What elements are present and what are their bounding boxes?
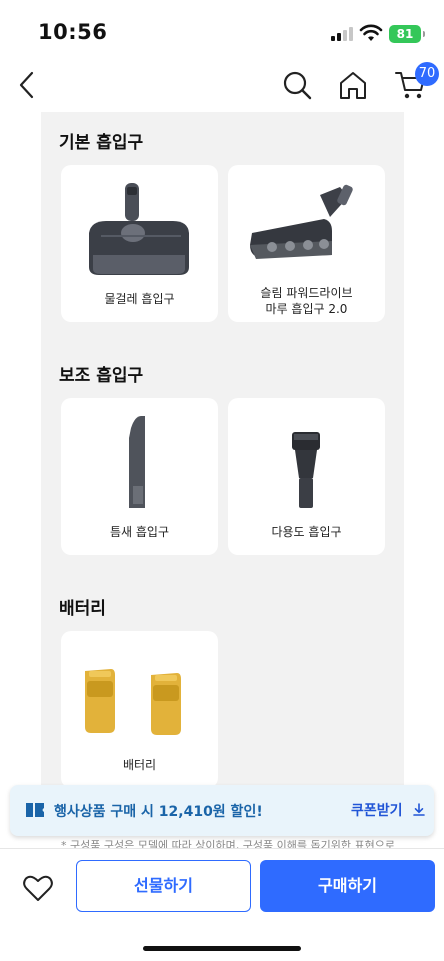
section-title-basic-nozzle: 기본 흡입구 (59, 133, 144, 153)
component-card[interactable]: 틈새 흡입구 (61, 398, 218, 555)
component-card[interactable]: 슬림 파워드라이브 마루 흡입구 2.0 (228, 165, 385, 322)
status-bar: 10:56 81 (0, 0, 444, 60)
coupon-banner[interactable]: 행사상품 구매 시 12,410원 할인! 쿠폰받기 (10, 785, 434, 836)
component-name: 다용도 흡입구 (271, 525, 342, 539)
components-panel: 기본 흡입구 물걸레 흡입구 슬림 파워드라이브 마루 흡입구 2.0 보조 흡… (41, 112, 404, 802)
slim-power-drive-nozzle-image (250, 184, 353, 259)
buy-button[interactable]: 구매하기 (260, 860, 435, 912)
home-indicator (143, 946, 301, 951)
cellular-signal-icon (331, 27, 355, 41)
component-name: 배터리 (122, 758, 157, 772)
gift-button[interactable]: 선물하기 (76, 860, 251, 912)
crevice-nozzle-image (129, 416, 145, 508)
component-name: 슬림 파워드라이브 마루 흡입구 2.0 (260, 286, 353, 316)
multi-purpose-nozzle-image (292, 432, 320, 508)
status-time: 10:56 (38, 20, 108, 44)
download-icon[interactable] (411, 802, 427, 818)
coupon-discount-text: 행사상품 구매 시 12,410원 할인! (54, 804, 263, 820)
section-title-battery: 배터리 (59, 599, 106, 619)
section-title-auxiliary-nozzle: 보조 흡입구 (59, 366, 144, 386)
component-name: 틈새 흡입구 (109, 525, 169, 539)
get-coupon-button[interactable]: 쿠폰받기 (351, 800, 403, 820)
mop-nozzle-image (89, 183, 189, 275)
top-navigation (0, 60, 444, 110)
wifi-icon (359, 24, 383, 41)
battery-pack-image (85, 669, 181, 735)
bottom-action-bar: 선물하기 구매하기 (0, 848, 444, 961)
component-card[interactable]: 배터리 (61, 631, 218, 788)
coupon-icon (26, 803, 44, 817)
battery-level: 81 (396, 27, 414, 41)
home-icon[interactable] (336, 68, 370, 102)
search-icon[interactable] (280, 68, 314, 102)
component-card[interactable]: 다용도 흡입구 (228, 398, 385, 555)
cart-count-badge[interactable]: 70 (415, 62, 439, 86)
product-detail-page: 10:56 81 70 기본 흡입구 물걸레 흡입구 슬림 파워드라이브 마루 … (0, 0, 444, 961)
back-icon[interactable] (14, 70, 42, 100)
battery-icon: 81 (389, 25, 425, 43)
component-card[interactable]: 물걸레 흡입구 (61, 165, 218, 322)
component-name: 물걸레 흡입구 (104, 292, 175, 306)
heart-icon[interactable] (22, 873, 54, 903)
